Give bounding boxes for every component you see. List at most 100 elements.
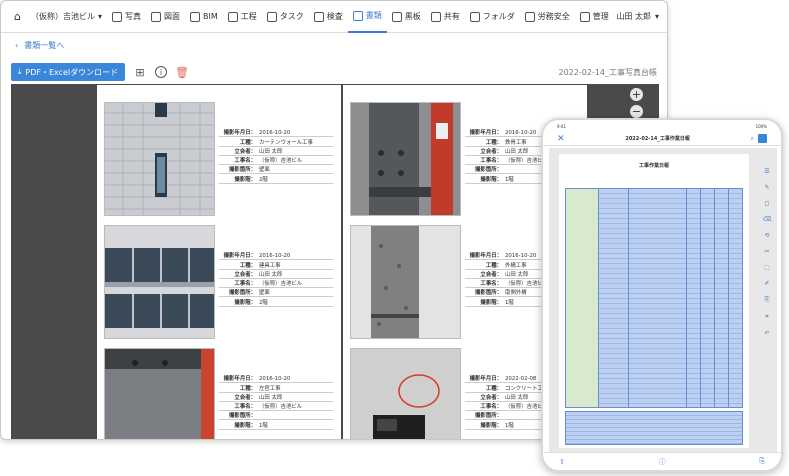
field-label: 撮影年月日： bbox=[469, 376, 502, 383]
tool-icon[interactable]: ✐ bbox=[764, 280, 769, 287]
zoom-out-icon[interactable]: − bbox=[630, 105, 643, 118]
field-value: 山田 太郎 bbox=[259, 271, 283, 278]
field-value: 山田 太郎 bbox=[259, 394, 283, 401]
document-icon bbox=[352, 10, 363, 21]
field-value: 壁面 bbox=[259, 290, 270, 297]
field-value: 建具工事 bbox=[259, 262, 281, 269]
info-icon[interactable]: ⓘ bbox=[659, 457, 666, 467]
breadcrumb[interactable]: ‹ 書類一覧へ bbox=[1, 33, 667, 57]
chevron-down-icon: ▾ bbox=[654, 12, 659, 21]
tool-icon[interactable]: ⎘ bbox=[765, 296, 770, 304]
table-divider bbox=[700, 189, 701, 407]
field-label: 工種： bbox=[485, 262, 502, 269]
breadcrumb-link[interactable]: 書類一覧へ bbox=[24, 40, 64, 51]
share-icon bbox=[430, 11, 441, 22]
stage: ⌂ （仮称）吉池ビル ▾ 写真 図面 BIM 工程 タスク 検査 書類 黒板 共… bbox=[0, 0, 789, 476]
photo-concrete[interactable] bbox=[350, 348, 461, 439]
field-label: 撮影年月日： bbox=[469, 253, 502, 260]
field-label: 立会者： bbox=[234, 271, 256, 278]
field-label: 工種： bbox=[239, 262, 256, 269]
user-menu[interactable]: 山田 太郎 ▾ bbox=[616, 11, 659, 22]
field-label: 工事名： bbox=[480, 158, 502, 165]
tool-icon[interactable]: ✂ bbox=[764, 248, 769, 255]
nav-documents[interactable]: 書類 bbox=[347, 1, 387, 33]
field-value: 左官工事 bbox=[259, 385, 281, 392]
nav-schedule[interactable]: 工程 bbox=[223, 1, 262, 33]
photo-window-frame[interactable] bbox=[104, 225, 215, 339]
search-icon[interactable]: ⌕ bbox=[751, 135, 754, 143]
info-icon[interactable]: i bbox=[155, 66, 167, 78]
add-image-icon[interactable]: ⊞ bbox=[133, 65, 147, 79]
nav-label: 工程 bbox=[240, 12, 257, 21]
trash-icon[interactable]: 🗑 bbox=[175, 65, 189, 79]
field-value: 2016-10-20 bbox=[259, 253, 291, 260]
field-label: 立会者： bbox=[480, 271, 502, 278]
nav-label: タスク bbox=[279, 12, 304, 21]
download-button[interactable]: ⤓ PDF・Excelダウンロード bbox=[11, 63, 125, 81]
photo-info: 撮影年月日： 2016-10-20 工種： 左官工事 立会者： 山田 太郎 工事名：（… bbox=[219, 374, 333, 430]
nav-folder[interactable]: フォルダ bbox=[465, 1, 520, 33]
nav-task[interactable]: タスク bbox=[262, 1, 309, 33]
field-label: 撮影階： bbox=[234, 422, 256, 429]
tablet-device: 9:41 100% ✕ 2022-02-14_工事作業日報 ⌕ 工事作業日報 ☰… bbox=[541, 118, 783, 472]
tablet-footer: ⇧ ⓘ ⎘ bbox=[543, 452, 781, 470]
tool-icon[interactable]: ⌗ bbox=[765, 313, 768, 321]
nav-admin[interactable]: 管理 bbox=[575, 1, 614, 33]
nav-label: 労務安全 bbox=[537, 12, 570, 21]
tablet-document-area[interactable]: 工事作業日報 ☰ ✎ ◻ ⌫ ⟲ ✂ ⬚ ✐ ⎘ ⌗ ↶ bbox=[549, 148, 777, 453]
folder-icon bbox=[469, 11, 480, 22]
project-name: （仮称）吉池ビル bbox=[30, 12, 95, 21]
nav-bim[interactable]: BIM bbox=[185, 1, 223, 33]
top-nav: ⌂ （仮称）吉池ビル ▾ 写真 図面 BIM 工程 タスク 検査 書類 黒板 共… bbox=[1, 1, 667, 33]
tool-icon[interactable]: ☰ bbox=[764, 168, 769, 175]
field-label: 工事名： bbox=[480, 281, 502, 288]
report-table[interactable] bbox=[565, 188, 743, 408]
tool-icon[interactable]: ⌫ bbox=[763, 216, 771, 223]
nav-blackboard[interactable]: 黒板 bbox=[387, 1, 426, 33]
tool-icon[interactable]: ⬚ bbox=[764, 264, 770, 271]
photo-steel-frame[interactable] bbox=[350, 102, 461, 216]
photo-curtain-wall[interactable] bbox=[104, 102, 215, 216]
tool-icon[interactable]: ⟲ bbox=[764, 232, 769, 239]
copy-icon[interactable]: ⎘ bbox=[759, 457, 765, 466]
report-footer-table[interactable] bbox=[565, 411, 743, 445]
nav-inspection[interactable]: 検査 bbox=[309, 1, 348, 33]
share-icon[interactable]: ⇧ bbox=[559, 458, 565, 466]
field-value: 2階 bbox=[259, 176, 268, 183]
nav-photo[interactable]: 写真 bbox=[107, 1, 146, 33]
table-column-highlight bbox=[566, 189, 598, 407]
home-button[interactable]: ⌂ bbox=[9, 1, 26, 33]
zoom-in-icon[interactable]: + bbox=[630, 88, 643, 101]
table-divider bbox=[686, 189, 687, 407]
field-value: 2016-10-20 bbox=[259, 130, 291, 137]
field-label: 撮影箇所： bbox=[475, 167, 502, 174]
photo-plaster[interactable] bbox=[104, 348, 215, 439]
field-value: （仮称）吉池ビル bbox=[259, 281, 303, 288]
nav-label: 管理 bbox=[592, 12, 609, 21]
photo-info: 撮影年月日： 2016-10-20 工種： 建具工事 立会者： 山田 太郎 工事名：（… bbox=[219, 251, 333, 307]
edit-icon[interactable] bbox=[758, 134, 767, 143]
photo-entry: 撮影年月日： 2016-10-20 工種： カーテンウォール工事 立会者： 山田 太郎… bbox=[104, 102, 334, 220]
field-label: 工事名： bbox=[234, 158, 256, 165]
page-spread: 撮影年月日： 2016-10-20 工種： カーテンウォール工事 立会者： 山田 太郎… bbox=[97, 85, 587, 439]
field-value: カーテンウォール工事 bbox=[259, 139, 313, 146]
project-selector[interactable]: （仮称）吉池ビル ▾ bbox=[26, 1, 107, 33]
field-label: 工事名： bbox=[234, 404, 256, 411]
nav-label: 書類 bbox=[365, 11, 382, 20]
nav-share[interactable]: 共有 bbox=[426, 1, 465, 33]
tool-icon[interactable]: ↶ bbox=[764, 330, 769, 337]
tool-icon[interactable]: ✎ bbox=[764, 184, 769, 191]
nav-safety[interactable]: 労務安全 bbox=[520, 1, 575, 33]
close-icon[interactable]: ✕ bbox=[557, 134, 565, 144]
nav-drawing[interactable]: 図面 bbox=[146, 1, 185, 33]
photo-icon bbox=[112, 11, 122, 22]
photo-info: 撮影年月日： 2016-10-20 工種： カーテンウォール工事 立会者： 山田 太郎… bbox=[219, 128, 333, 184]
nav-label: 検査 bbox=[326, 12, 343, 21]
field-label: 撮影年月日： bbox=[469, 130, 502, 137]
field-label: 撮影箇所： bbox=[229, 413, 256, 420]
photo-entry: 撮影年月日： 2016-10-20 工種： 建具工事 立会者： 山田 太郎 工事名：（… bbox=[104, 225, 334, 343]
tool-icon[interactable]: ◻ bbox=[765, 200, 770, 207]
field-value: （仮称）吉池ビル bbox=[259, 158, 303, 165]
field-label: 工事名： bbox=[480, 404, 502, 411]
photo-granite[interactable] bbox=[350, 225, 461, 339]
